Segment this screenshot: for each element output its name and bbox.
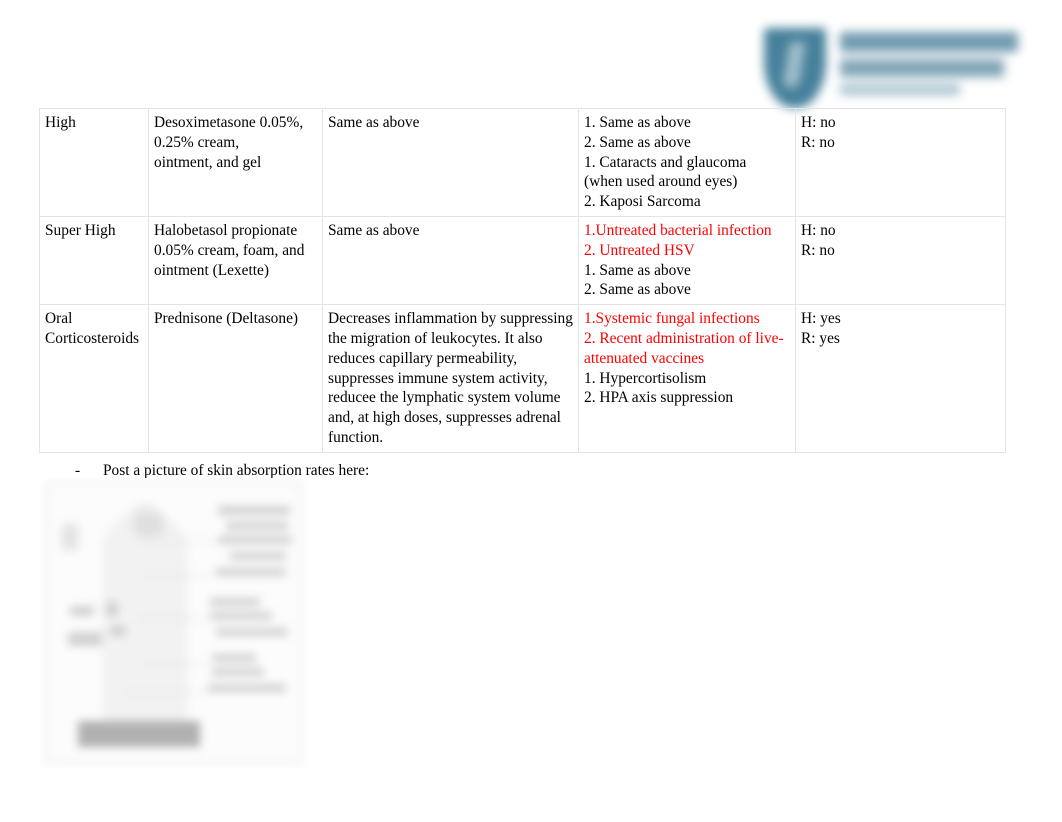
table-row: Oral Corticosteroids Prednisone (Deltaso… [39, 304, 1006, 453]
cell-potency-class: Super High [39, 215, 149, 306]
note-line: 1.Systemic fungal infections [584, 310, 760, 328]
cell-organ-adjustment: H: no R: no [795, 108, 1006, 217]
figure-leader-line [124, 692, 208, 693]
figure-leader-line [140, 540, 214, 541]
note-line: 2. HPA axis suppression [584, 389, 734, 407]
figure-label [216, 568, 286, 576]
corticosteroid-potency-table: High Desoximetasone 0.05%, 0.25% cream, … [39, 108, 1006, 453]
figure-label [210, 598, 260, 606]
drug-line: 0.05% cream, foam, and [154, 241, 305, 259]
figure-label [210, 612, 272, 620]
cell-organ-adjustment: H: no R: no [795, 215, 1006, 306]
mechanism-text: Same as above [328, 114, 420, 131]
note-line: (when used around eyes) [584, 173, 738, 191]
note-line: 1. Cataracts and glaucoma [584, 153, 747, 171]
figure-label [110, 626, 126, 636]
cell-contraindications-adverse: 1.Systemic fungal infections 2. Recent a… [578, 304, 796, 453]
note-line: 1. Same as above [584, 114, 691, 131]
figure-leader-line [140, 618, 208, 619]
cell-drug-name: Desoximetasone 0.05%, 0.25% cream, ointm… [148, 108, 323, 217]
drug-line: Prednisone (Deltasone) [154, 310, 299, 328]
figure-leader-line [144, 664, 208, 665]
hepatic-adjustment: H: no [801, 221, 836, 239]
shield-logo-icon [764, 28, 826, 108]
renal-adjustment: R: yes [801, 329, 840, 347]
figure-label [62, 524, 78, 550]
skin-absorption-rates-image [40, 478, 308, 768]
potency-label: Corticosteroids [45, 329, 140, 347]
figure-label [218, 506, 290, 515]
cell-drug-name: Prednisone (Deltasone) [148, 304, 323, 453]
figure-body-outline [102, 512, 188, 722]
figure-label [230, 552, 286, 560]
cell-contraindications-adverse: 1. Same as above 2. Same as above 1. Cat… [578, 108, 796, 217]
document-page: { "document": { "logo": { "icon": "shiel… [0, 0, 1062, 822]
note-line: 1.Untreated bacterial infection [584, 221, 772, 239]
figure-label [70, 606, 94, 616]
note-line: 2. Kaposi Sarcoma [584, 193, 701, 211]
potency-label: Oral [45, 310, 73, 328]
hepatic-adjustment: H: no [801, 114, 836, 131]
drug-line: Halobetasol propionate [154, 221, 298, 239]
potency-label: Super High [45, 221, 116, 239]
cell-organ-adjustment: H: yes R: yes [795, 304, 1006, 453]
cell-drug-name: Halobetasol propionate 0.05% cream, foam… [148, 215, 323, 306]
cell-mechanism: Same as above [322, 215, 579, 306]
cell-mechanism: Decreases inflammation by suppressing th… [322, 304, 579, 453]
figure-label [68, 632, 102, 646]
figure-label [218, 536, 292, 544]
logo-wordmark-line [840, 32, 1018, 52]
logo-wordmark-line [840, 59, 1004, 77]
cell-potency-class: High [39, 108, 149, 217]
logo-wordmark-line [840, 84, 960, 95]
note-line: 1. Same as above [584, 261, 691, 279]
table-row: High Desoximetasone 0.05%, 0.25% cream, … [39, 108, 1006, 217]
note-line: 2. Recent administration of live-attenua… [584, 329, 784, 367]
drug-line: Desoximetasone 0.05%, [154, 114, 304, 131]
drug-line: 0.25% cream, [154, 133, 240, 151]
figure-label [212, 654, 256, 662]
potency-label: High [45, 114, 76, 131]
figure-leader-line [144, 574, 214, 575]
cell-mechanism: Same as above [322, 108, 579, 217]
figure-caption [78, 721, 200, 747]
renal-adjustment: R: no [801, 133, 835, 151]
note-line: 2. Untreated HSV [584, 241, 695, 259]
figure-label [216, 628, 288, 636]
mechanism-text: Same as above [328, 221, 420, 239]
note-line: 2. Same as above [584, 281, 691, 299]
table-row: Super High Halobetasol propionate 0.05% … [39, 215, 1006, 306]
cell-potency-class: Oral Corticosteroids [39, 304, 149, 453]
institution-logo [764, 26, 1024, 110]
note-line: 2. Same as above [584, 133, 691, 151]
drug-line: ointment (Lexette) [154, 261, 269, 279]
renal-adjustment: R: no [801, 241, 835, 259]
figure-label [226, 522, 288, 530]
logo-wordmark [840, 32, 1022, 102]
figure-label [212, 668, 264, 676]
figure-label [106, 602, 118, 616]
note-line: 1. Hypercortisolism [584, 369, 707, 387]
figure-label [136, 514, 164, 536]
cell-contraindications-adverse: 1.Untreated bacterial infection 2. Untre… [578, 215, 796, 306]
hepatic-adjustment: H: yes [801, 310, 841, 328]
mechanism-text: Decreases inflammation by suppressing th… [328, 310, 573, 446]
drug-line: ointment, and gel [154, 153, 262, 171]
figure-label [208, 684, 286, 692]
